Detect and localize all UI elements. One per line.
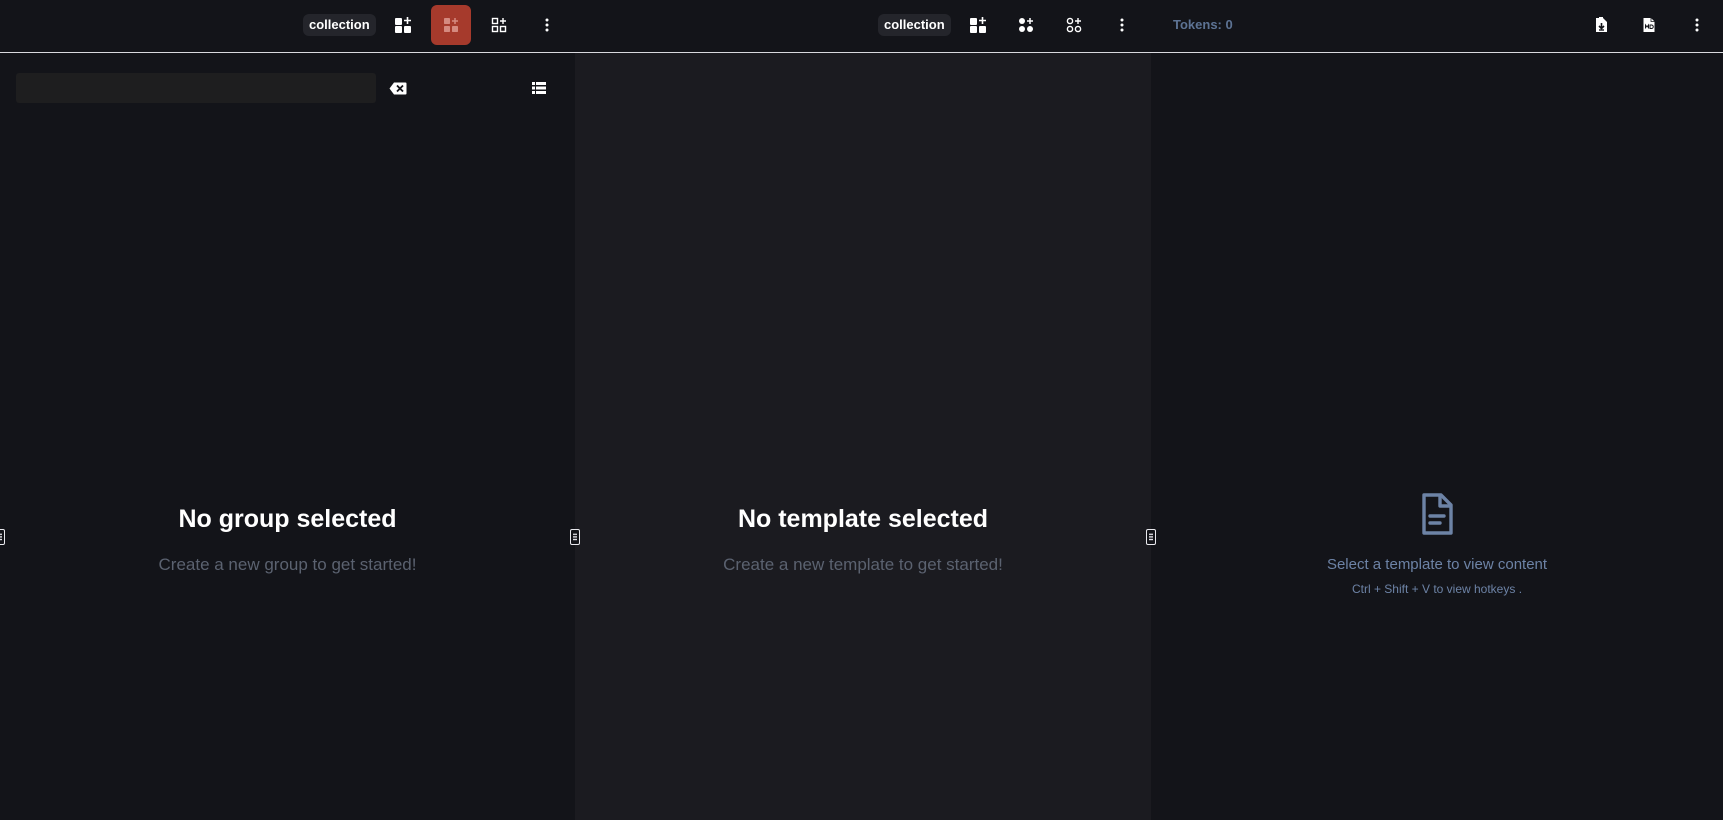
export-markdown-button[interactable] [1629, 5, 1669, 45]
more-options-button[interactable] [527, 5, 567, 45]
templates-toolbar: collection [575, 0, 1151, 53]
more-vert-icon [1120, 18, 1124, 32]
backspace-icon [389, 82, 407, 94]
resize-handle-left[interactable] [0, 529, 5, 545]
groups-toolbar: collection [0, 0, 575, 53]
more-vert-icon [1695, 18, 1699, 32]
download-file-icon [1596, 17, 1607, 32]
resize-handle-templates-content[interactable] [1146, 529, 1156, 545]
group-search-input[interactable] [16, 73, 376, 103]
empty-templates-title: No template selected [737, 505, 989, 533]
add-widget-icon [970, 17, 986, 33]
templates-panel: collection No template selected Create a… [575, 0, 1151, 820]
empty-content-icon-wrap [1151, 492, 1723, 536]
grid-add-button[interactable] [479, 5, 519, 45]
clear-search-button[interactable] [378, 68, 418, 108]
list-view-button[interactable] [519, 68, 559, 108]
more-options-button[interactable] [1677, 5, 1717, 45]
groups-panel: collection No group selected Create a ne… [0, 0, 575, 820]
add-outlined-circles-button[interactable] [1054, 5, 1094, 45]
add-circles-button[interactable] [1006, 5, 1046, 45]
add-group-icon [444, 18, 458, 32]
app-root: collection No group selected Create a ne… [0, 0, 1723, 820]
more-vert-icon [545, 18, 549, 32]
collection-badge[interactable]: collection [303, 14, 376, 36]
add-item-button[interactable] [383, 5, 423, 45]
empty-content-message: Select a template to view content [1326, 556, 1548, 573]
add-widget-icon [395, 17, 411, 33]
more-options-button[interactable] [1102, 5, 1142, 45]
add-group-button[interactable] [431, 5, 471, 45]
list-view-icon [532, 82, 546, 94]
document-icon [1422, 493, 1453, 535]
tokens-counter: Tokens: 0 [1173, 17, 1233, 32]
content-toolbar: Tokens: 0 [1151, 0, 1723, 53]
resize-handle-groups-templates[interactable] [570, 529, 580, 545]
add-template-button[interactable] [958, 5, 998, 45]
content-panel: Tokens: 0 Select a template to view cont… [1151, 0, 1723, 820]
empty-groups-subtitle: Create a new group to get started! [158, 555, 417, 574]
add-outlined-circles-icon [1066, 17, 1082, 33]
download-button[interactable] [1581, 5, 1621, 45]
hotkeys-hint: Ctrl + Shift + V to view hotkeys . [1351, 582, 1523, 596]
empty-templates-subtitle: Create a new template to get started! [723, 555, 1003, 574]
collection-badge[interactable]: collection [878, 14, 951, 36]
grid-add-icon [491, 17, 507, 33]
md-file-icon [1643, 18, 1655, 32]
empty-groups-title: No group selected [178, 505, 397, 533]
add-circles-icon [1019, 18, 1033, 32]
